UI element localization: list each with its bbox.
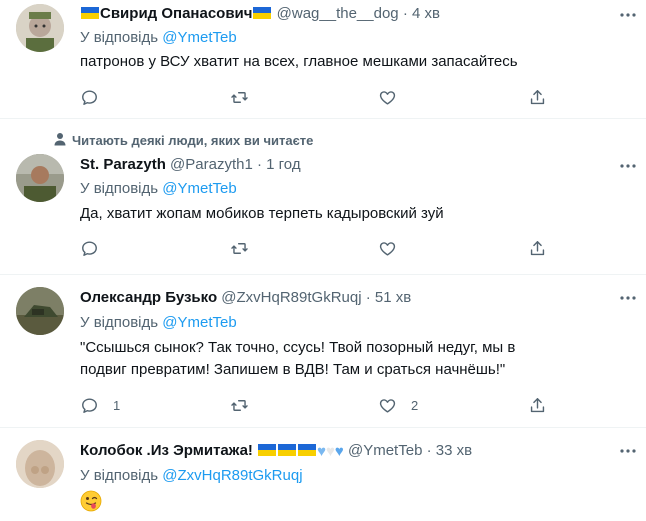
reply-to-link[interactable]: @YmetTeb [162,314,236,331]
avatar[interactable] [16,154,64,202]
retweet-icon [231,242,248,254]
reply-button[interactable]: 1 [80,394,120,416]
more-icon[interactable] [618,441,638,461]
user-handle[interactable]: @Parazyth1 [170,156,253,173]
timestamp[interactable]: 51 хв [375,289,411,306]
ukraine-flag-icon [253,7,272,19]
divider [0,427,646,428]
reply-to-link[interactable]: @YmetTeb [162,180,236,197]
display-name[interactable]: St. Parazyth [80,156,166,173]
divider [0,118,646,119]
retweet-icon [231,399,248,411]
action-bar: 1 2 [80,394,550,416]
blue-heart-icon: ♥ [334,443,344,460]
like-button[interactable] [378,237,411,259]
reply-count: 1 [113,397,121,413]
share-icon [530,397,545,412]
reply-button[interactable] [80,237,113,259]
retweet-button[interactable] [230,86,263,108]
share-icon [530,89,545,104]
white-heart-icon: ♥ [326,443,335,460]
share-icon [530,240,545,255]
tweet-header: Колобок .Из Эрмитажа! ♥♥♥ @YmetTeb · 33 … [80,440,472,462]
ukraine-flag-icon [258,444,277,456]
separator-dot: · [365,289,371,306]
reply-context: У відповідь @YmetTeb [80,29,237,46]
reply-context: У відповідь @YmetTeb [80,180,237,197]
like-icon [379,90,396,105]
ukraine-flag-icon [81,7,99,19]
tweet-header: Свирид Опанасович @wag__the__dog · 4 хв [80,3,440,25]
reply-context: У відповідь @ZxvHqR89tGkRuqj [80,467,303,484]
share-button[interactable] [528,86,547,108]
avatar[interactable] [16,4,64,52]
user-handle[interactable]: @ZxvHqR89tGkRuqj [221,289,361,306]
more-icon[interactable] [618,156,638,176]
reply-prefix: У відповідь [80,314,159,331]
share-button[interactable] [528,237,547,259]
separator-dot: · [402,5,408,22]
like-button[interactable] [378,86,411,108]
reply-icon [82,89,97,105]
more-icon[interactable] [618,288,638,308]
avatar[interactable] [16,287,64,335]
tweet-header: Олександр Бузько @ZxvHqR89tGkRuqj · 51 х… [80,287,411,309]
display-name[interactable]: Олександр Бузько [80,289,217,306]
tweet-text: патронов у ВСУ хватит на всех, главное м… [80,53,518,70]
social-context: Читають деякі люди, яких ви читаєте [54,132,313,150]
reply-context: У відповідь @YmetTeb [80,314,237,331]
tweet-text: "Ссышься сынок? Так точно, ссусь! Твой п… [80,339,516,378]
user-handle[interactable]: @YmetTeb [348,442,422,459]
share-button[interactable] [528,394,547,416]
retweet-button[interactable] [230,394,263,416]
separator-dot: · [256,156,262,173]
separator-dot: · [426,442,432,459]
action-bar [80,237,550,259]
timestamp[interactable]: 33 хв [436,442,472,459]
avatar-image [16,4,64,52]
reply-button[interactable] [80,86,113,108]
action-bar [80,86,550,108]
reply-icon [82,397,97,413]
tweet-buzko[interactable]: Олександр Бузько @ZxvHqR89tGkRuqj · 51 х… [0,287,646,425]
avatar-image [16,440,64,488]
like-icon [379,241,396,256]
blue-heart-icon: ♥ [317,443,326,460]
reply-prefix: У відповідь [80,180,159,197]
timestamp[interactable]: 4 хв [412,5,440,22]
retweet-icon [231,91,248,103]
like-button[interactable]: 2 [378,394,418,416]
tweet-kolobok[interactable]: Колобок .Из Эрмитажа! ♥♥♥ @YmetTeb · 33 … [0,440,646,521]
reply-prefix: У відповідь [80,467,159,484]
avatar-image [16,154,64,202]
avatar-image [16,287,64,335]
retweet-button[interactable] [230,237,263,259]
user-icon [54,132,72,151]
like-count: 2 [411,397,419,413]
reply-to-link[interactable]: @ZxvHqR89tGkRuqj [162,467,302,484]
display-name[interactable]: Свирид Опанасович [100,5,252,22]
tweet-header: St. Parazyth @Parazyth1 · 1 год [80,154,301,176]
ukraine-flag-icon [278,444,297,456]
display-name[interactable]: Колобок .Из Эрмитажа! [80,442,253,459]
divider [0,274,646,275]
reply-prefix: У відповідь [80,29,159,46]
avatar[interactable] [16,440,64,488]
ukraine-flag-icon [298,444,317,456]
reply-to-link[interactable]: @YmetTeb [162,29,236,46]
social-context-text: Читають деякі люди, яких ви читаєте [72,133,314,148]
timestamp[interactable]: 1 год [266,156,300,173]
more-icon[interactable] [618,5,638,25]
reply-icon [82,240,97,256]
tweet-svyryd[interactable]: Свирид Опанасович @wag__the__dog · 4 хв … [0,0,646,118]
tweet-text: Да, хватит жопам мобиков терпеть кадыров… [80,205,444,222]
user-handle[interactable]: @wag__the__dog [277,5,399,22]
winking-tongue-emoji-icon [80,490,102,512]
like-icon [379,398,396,413]
tweet-parazyth[interactable]: St. Parazyth @Parazyth1 · 1 год У відпов… [0,153,646,273]
